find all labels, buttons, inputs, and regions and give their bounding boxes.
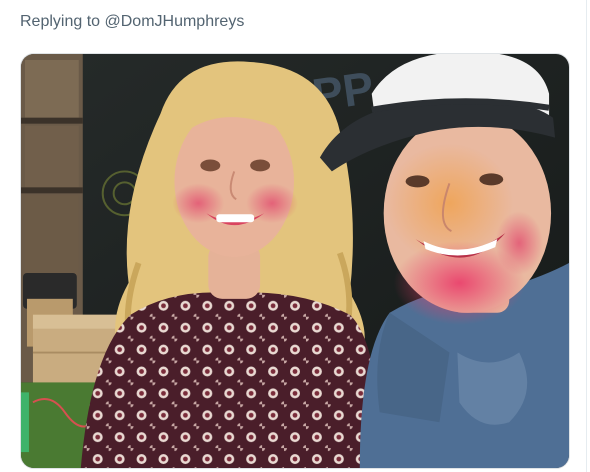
reply-prefix: Replying to: [20, 13, 105, 30]
girl-face: [174, 105, 295, 258]
timeline-divider: [586, 0, 587, 472]
reply-handle-link[interactable]: @DomJHumphreys: [105, 13, 245, 30]
reply-context: Replying to @DomJHumphreys: [20, 13, 244, 31]
selfie-illustration: APP: [21, 54, 569, 468]
tweet-photo[interactable]: APP: [20, 53, 570, 469]
